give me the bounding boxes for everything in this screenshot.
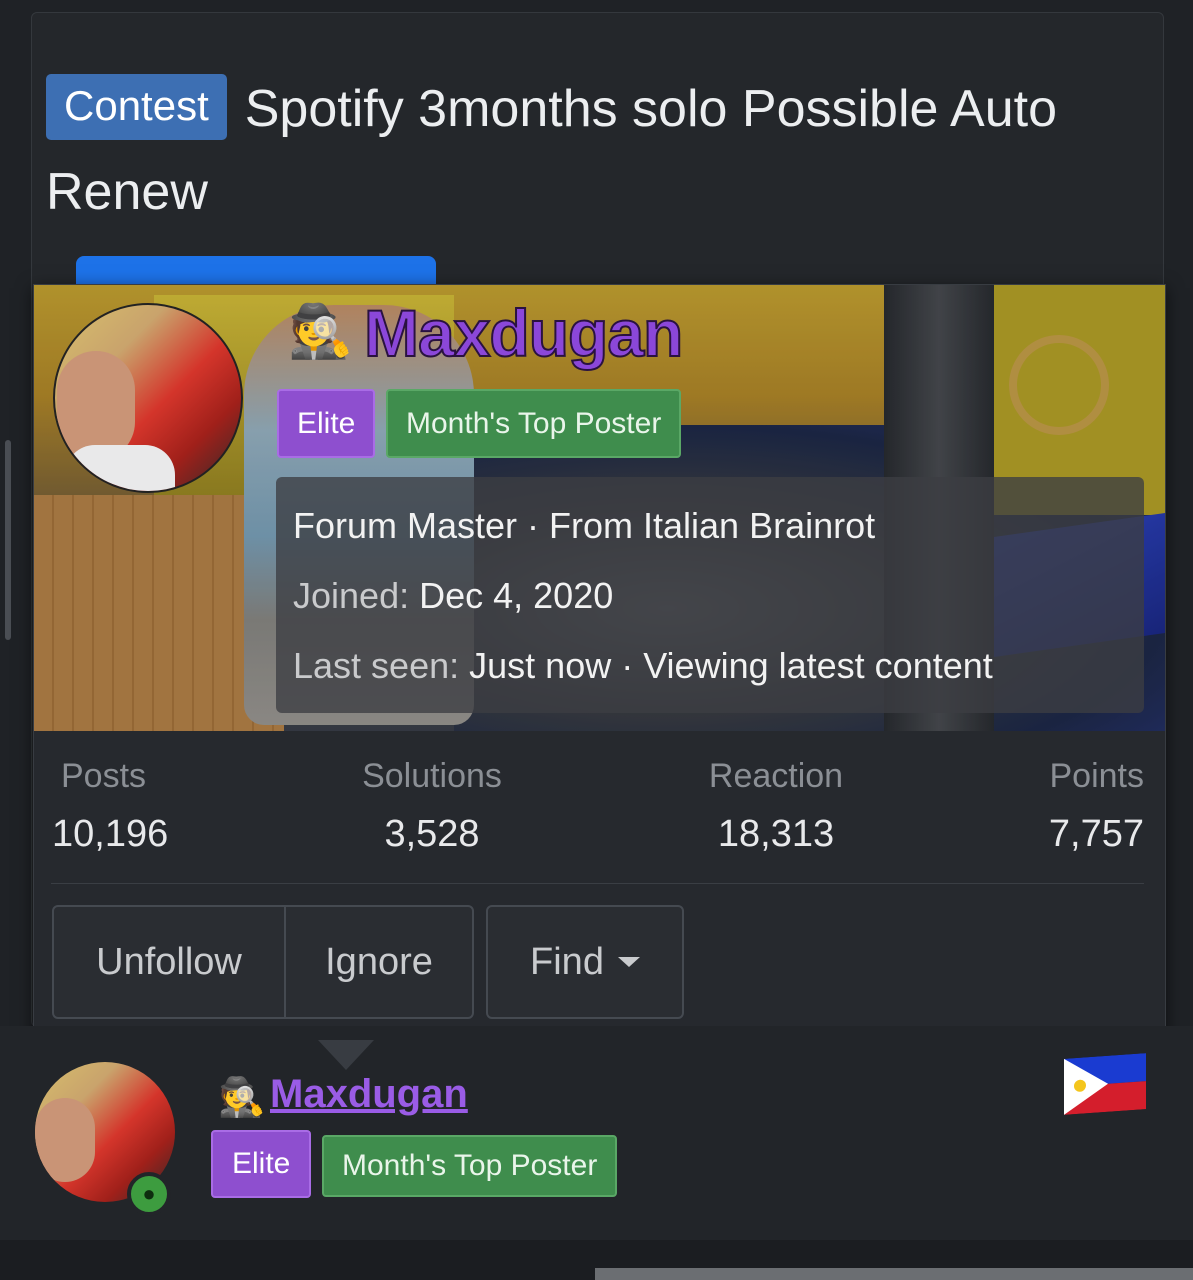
stat-solutions[interactable]: Solutions 3,528 [356, 757, 508, 856]
ignore-button[interactable]: Ignore [284, 905, 474, 1019]
thread-title: Contest Spotify 3months solo Possible Aut… [46, 68, 1086, 234]
stat-value: 18,313 [717, 813, 835, 855]
member-title-line: Forum Master · From Italian Brainrot [293, 505, 876, 546]
top-poster-badge: Month's Top Poster [322, 1135, 618, 1197]
caret-down-icon [617, 957, 640, 967]
thread-prefix-badge[interactable]: Contest [46, 74, 227, 140]
unfollow-button[interactable]: Unfollow [52, 905, 286, 1019]
joined-value: Dec 4, 2020 [419, 575, 614, 616]
stat-label: Points [1049, 757, 1145, 795]
post-author-row: ● 🕵 Maxdugan Elite Month's Top Poster [0, 1026, 1193, 1240]
stat-value: 3,528 [384, 813, 480, 855]
tooltip-pointer [318, 1040, 374, 1070]
username[interactable]: Maxdugan [363, 295, 684, 371]
last-seen-line: Last seen: Just now · Viewing latest con… [293, 645, 993, 687]
member-info-box: Forum Master · From Italian Brainrot Joi… [276, 477, 1144, 713]
find-button[interactable]: Find [486, 905, 684, 1019]
stat-value: 10,196 [52, 813, 169, 855]
thread-title-row: Contest Spotify 3months solo Possible Aut… [46, 68, 1086, 234]
find-label: Find [530, 940, 604, 983]
username-link[interactable]: Maxdugan [270, 1072, 468, 1117]
stat-label: Solutions [362, 757, 502, 795]
page-scrollbar[interactable] [5, 440, 11, 640]
detective-icon: 🕵 [288, 303, 353, 361]
detective-icon: 🕵 [218, 1077, 266, 1119]
stat-posts[interactable]: Posts 10,196 [52, 757, 168, 856]
last-seen-value[interactable]: Just now · Viewing latest content [469, 645, 993, 686]
joined-label: Joined: [293, 575, 410, 616]
stat-points[interactable]: Points 7,757 [1024, 757, 1144, 856]
stat-value: 7,757 [1048, 813, 1144, 855]
user-circle-icon: ● [127, 1172, 171, 1216]
member-tooltip-card: 🕵 Maxdugan Elite Month's Top Poster Foru… [33, 284, 1166, 1043]
top-poster-badge: Month's Top Poster [386, 389, 682, 458]
elite-badge: Elite [211, 1130, 312, 1198]
stat-label: Posts [61, 757, 147, 795]
joined-line: Joined: Dec 4, 2020 [293, 575, 613, 617]
elite-badge: Elite [277, 389, 376, 458]
horizontal-scrollbar[interactable] [595, 1268, 1193, 1280]
last-seen-label: Last seen: [293, 645, 460, 686]
divider [51, 883, 1144, 884]
philippines-flag-icon [1064, 1053, 1146, 1115]
stat-label: Reaction [708, 757, 844, 795]
avatar[interactable] [53, 303, 243, 493]
stat-reaction[interactable]: Reaction 18,313 [700, 757, 852, 856]
